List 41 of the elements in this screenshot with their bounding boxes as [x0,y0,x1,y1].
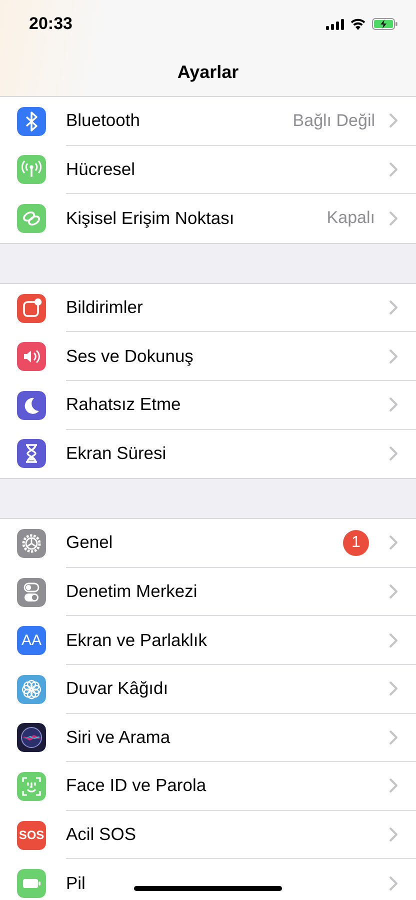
chevron-icon [389,397,398,412]
battery-charging-icon [372,18,398,30]
chevron-icon [389,730,398,745]
chevron-icon [389,348,398,364]
text-icon: AA [17,626,46,656]
text-icon: SOS [17,820,46,850]
setting-label[interactable]: Hücresel [66,158,389,180]
setting-label[interactable]: Bildirimler [66,297,389,318]
chevron-icon [389,632,398,648]
chevron-icon [389,446,398,462]
chevron-icon [389,876,398,892]
setting-label[interactable]: Face ID ve Parola [66,775,389,796]
wifi-icon [350,18,366,30]
chevron-icon [389,584,398,600]
home-indicator[interactable] [134,886,282,891]
setting-value: Kapalı [326,208,375,228]
setting-label[interactable]: Bluetooth [66,110,293,132]
chevron-icon [389,113,398,128]
setting-label[interactable]: Rahatsız Etme [66,394,389,416]
setting-label[interactable]: Ses ve Dokunuş [66,346,389,367]
setting-value: Bağlı Değil [292,110,375,131]
chevron-icon [389,681,398,696]
chevron-icon [389,162,398,177]
chevron-icon [389,210,398,226]
setting-label[interactable]: Duvar Kâğıdı [66,678,389,700]
nav-title: Ayarlar [177,62,239,82]
setting-label[interactable]: Ekran ve Parlaklık [66,630,389,651]
chevron-icon [389,827,398,842]
setting-label[interactable]: Kişisel Erişim Noktası [66,208,327,229]
setting-label[interactable]: Ekran Süresi [66,443,389,464]
setting-label[interactable]: Acil SOS [66,824,389,846]
notification-badge: 1 [343,530,369,556]
setting-label[interactable]: Siri ve Arama [66,726,389,748]
setting-label[interactable]: Denetim Merkezi [66,581,389,602]
chevron-icon [389,535,398,550]
setting-label[interactable]: Pil [66,873,389,894]
chevron-icon [389,778,398,794]
signal-icon [326,18,344,30]
setting-label[interactable]: Genel [66,532,343,554]
status-time: 20:33 [29,14,72,34]
chevron-icon [389,300,398,316]
